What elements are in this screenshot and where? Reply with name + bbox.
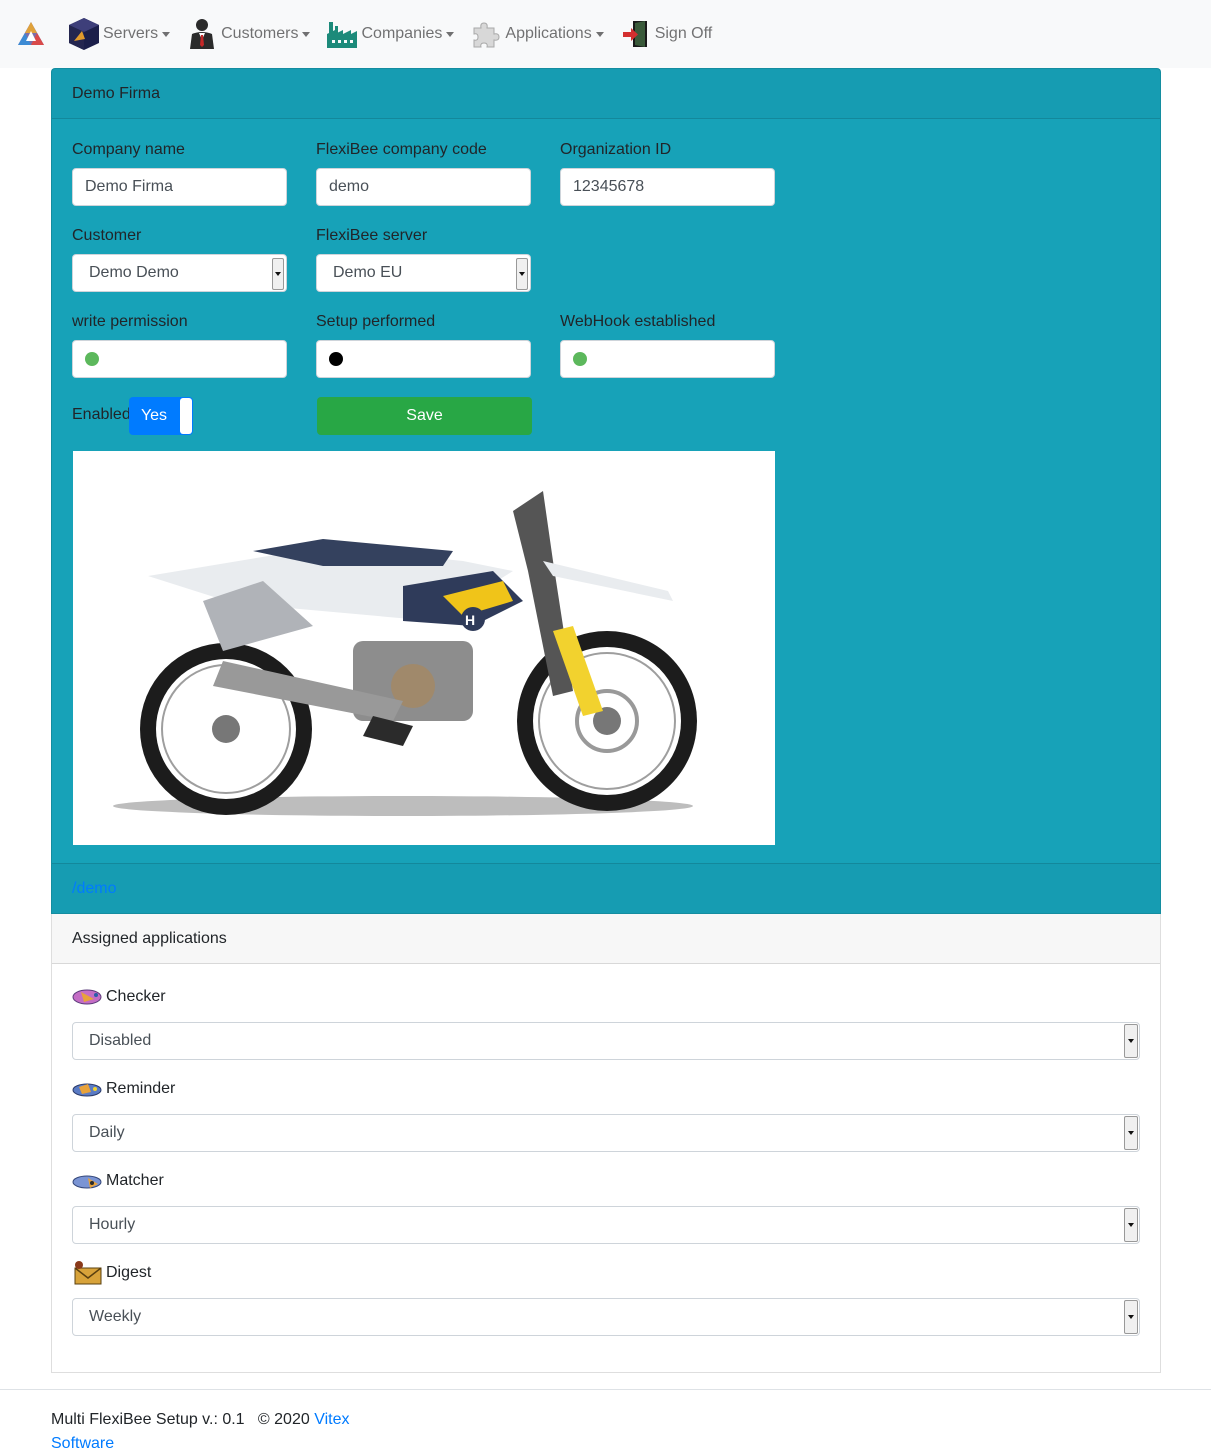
- digest-envelope-icon: [72, 1261, 104, 1285]
- app-name-reminder: Reminder: [106, 1080, 176, 1097]
- customer-field: Customer Demo Demo: [72, 227, 287, 292]
- nav-sign-off[interactable]: Sign Off: [620, 18, 713, 50]
- nav-companies-label: Companies: [361, 25, 443, 42]
- organization-id-field: Organization ID 12345678: [560, 141, 775, 206]
- enabled-label: Enabled: [72, 406, 131, 423]
- toggle-knob: [180, 398, 192, 434]
- organization-id-label: Organization ID: [560, 141, 672, 158]
- app-name-checker: Checker: [106, 988, 166, 1005]
- chevron-down-icon[interactable]: [272, 258, 284, 290]
- company-card-title: Demo Firma: [72, 84, 161, 102]
- navbar: Servers Customers Companies Applications…: [0, 0, 1211, 68]
- write-permission-status: [72, 340, 287, 378]
- status-dot-icon: [329, 352, 343, 366]
- sign-off-door-icon: [620, 18, 652, 50]
- customer-select-value: Demo Demo: [89, 264, 179, 281]
- customer-select[interactable]: Demo Demo: [72, 254, 287, 292]
- reminder-schedule-value: Daily: [89, 1124, 125, 1141]
- company-card: Demo Firma Company name Demo Firma Flexi…: [51, 68, 1161, 914]
- apps-card: Assigned applications Checker Disabled R…: [51, 914, 1161, 1373]
- factory-icon: [326, 18, 358, 50]
- footer-version-text: Multi FlexiBee Setup v.: 0.1 © 2020: [51, 1411, 315, 1428]
- chevron-down-icon: [595, 31, 604, 37]
- svg-text:H: H: [465, 612, 475, 628]
- nav-applications[interactable]: Applications: [470, 18, 604, 50]
- chevron-down-icon[interactable]: [1124, 1024, 1138, 1058]
- chevron-down-icon[interactable]: [1124, 1208, 1138, 1242]
- server-cube-icon: [68, 18, 100, 50]
- write-permission-label: write permission: [72, 313, 188, 330]
- chevron-down-icon: [302, 31, 311, 37]
- enabled-toggle-label: Yes: [140, 407, 168, 424]
- app-row-reminder: Reminder Daily: [72, 1077, 1140, 1152]
- puzzle-icon: [470, 18, 502, 50]
- flexibee-code-field: FlexiBee company code demo: [316, 141, 531, 206]
- digest-schedule-value: Weekly: [89, 1308, 142, 1325]
- setup-performed-status: [316, 340, 531, 378]
- chevron-down-icon: [162, 31, 171, 37]
- matcher-schedule-value: Hourly: [89, 1216, 136, 1233]
- reminder-schedule-select[interactable]: Daily: [72, 1114, 1140, 1152]
- app-name-matcher: Matcher: [106, 1172, 164, 1189]
- nav-companies[interactable]: Companies: [326, 18, 455, 50]
- chevron-down-icon[interactable]: [1124, 1300, 1138, 1334]
- save-button[interactable]: Save: [317, 397, 532, 435]
- status-dot-icon: [85, 352, 99, 366]
- company-logo-image: H: [73, 451, 775, 845]
- app-name-digest: Digest: [106, 1264, 152, 1281]
- matcher-icon: [72, 1169, 104, 1193]
- checker-icon: [72, 985, 104, 1009]
- company-card-header: Demo Firma: [52, 69, 1160, 119]
- status-dot-icon: [573, 352, 587, 366]
- chevron-down-icon[interactable]: [1124, 1116, 1138, 1150]
- server-label: FlexiBee server: [316, 227, 428, 244]
- app-row-checker: Checker Disabled: [72, 985, 1140, 1060]
- nav-customers-label: Customers: [221, 25, 299, 42]
- enabled-toggle[interactable]: Yes: [129, 397, 193, 435]
- checker-schedule-select[interactable]: Disabled: [72, 1022, 1140, 1060]
- nav-customers[interactable]: Customers: [186, 18, 311, 50]
- server-select-value: Demo EU: [333, 264, 403, 281]
- page-footer: Multi FlexiBee Setup v.: 0.1 © 2020 Vite…: [0, 1389, 1211, 1452]
- nav-servers[interactable]: Servers: [68, 18, 171, 50]
- setup-performed-label: Setup performed: [316, 313, 436, 330]
- company-card-footer: /demo: [52, 863, 1160, 913]
- flexibee-code-label: FlexiBee company code: [316, 141, 487, 158]
- apps-card-title: Assigned applications: [72, 929, 227, 947]
- digest-schedule-select[interactable]: Weekly: [72, 1298, 1140, 1336]
- server-field: FlexiBee server Demo EU: [316, 227, 531, 292]
- flexibee-code-input[interactable]: demo: [316, 168, 531, 206]
- matcher-schedule-select[interactable]: Hourly: [72, 1206, 1140, 1244]
- server-select[interactable]: Demo EU: [316, 254, 531, 292]
- organization-id-input[interactable]: 12345678: [560, 168, 775, 206]
- customer-person-icon: [186, 18, 218, 50]
- webhook-field: WebHook established: [560, 313, 775, 378]
- nav-servers-label: Servers: [103, 25, 159, 42]
- write-permission-field: write permission: [72, 313, 287, 378]
- app-row-digest: Digest Weekly: [72, 1261, 1140, 1336]
- apps-card-header: Assigned applications: [52, 914, 1160, 964]
- app-row-matcher: Matcher Hourly: [72, 1169, 1140, 1244]
- webhook-label: WebHook established: [560, 313, 716, 330]
- chevron-down-icon: [446, 31, 455, 37]
- reminder-icon: [72, 1077, 104, 1101]
- company-name-field: Company name Demo Firma: [72, 141, 287, 206]
- triangle-logo-icon[interactable]: [14, 17, 48, 51]
- company-path-link[interactable]: /demo: [72, 880, 116, 898]
- chevron-down-icon[interactable]: [516, 258, 528, 290]
- company-name-input[interactable]: Demo Firma: [72, 168, 287, 206]
- webhook-status: [560, 340, 775, 378]
- company-name-label: Company name: [72, 141, 185, 158]
- nav-sign-off-label: Sign Off: [654, 25, 713, 42]
- setup-performed-field: Setup performed: [316, 313, 531, 378]
- footer-text: Multi FlexiBee Setup v.: 0.1 © 2020 Vite…: [51, 1408, 371, 1456]
- customer-label: Customer: [72, 227, 142, 244]
- checker-schedule-value: Disabled: [89, 1032, 152, 1049]
- nav-applications-label: Applications: [505, 25, 592, 42]
